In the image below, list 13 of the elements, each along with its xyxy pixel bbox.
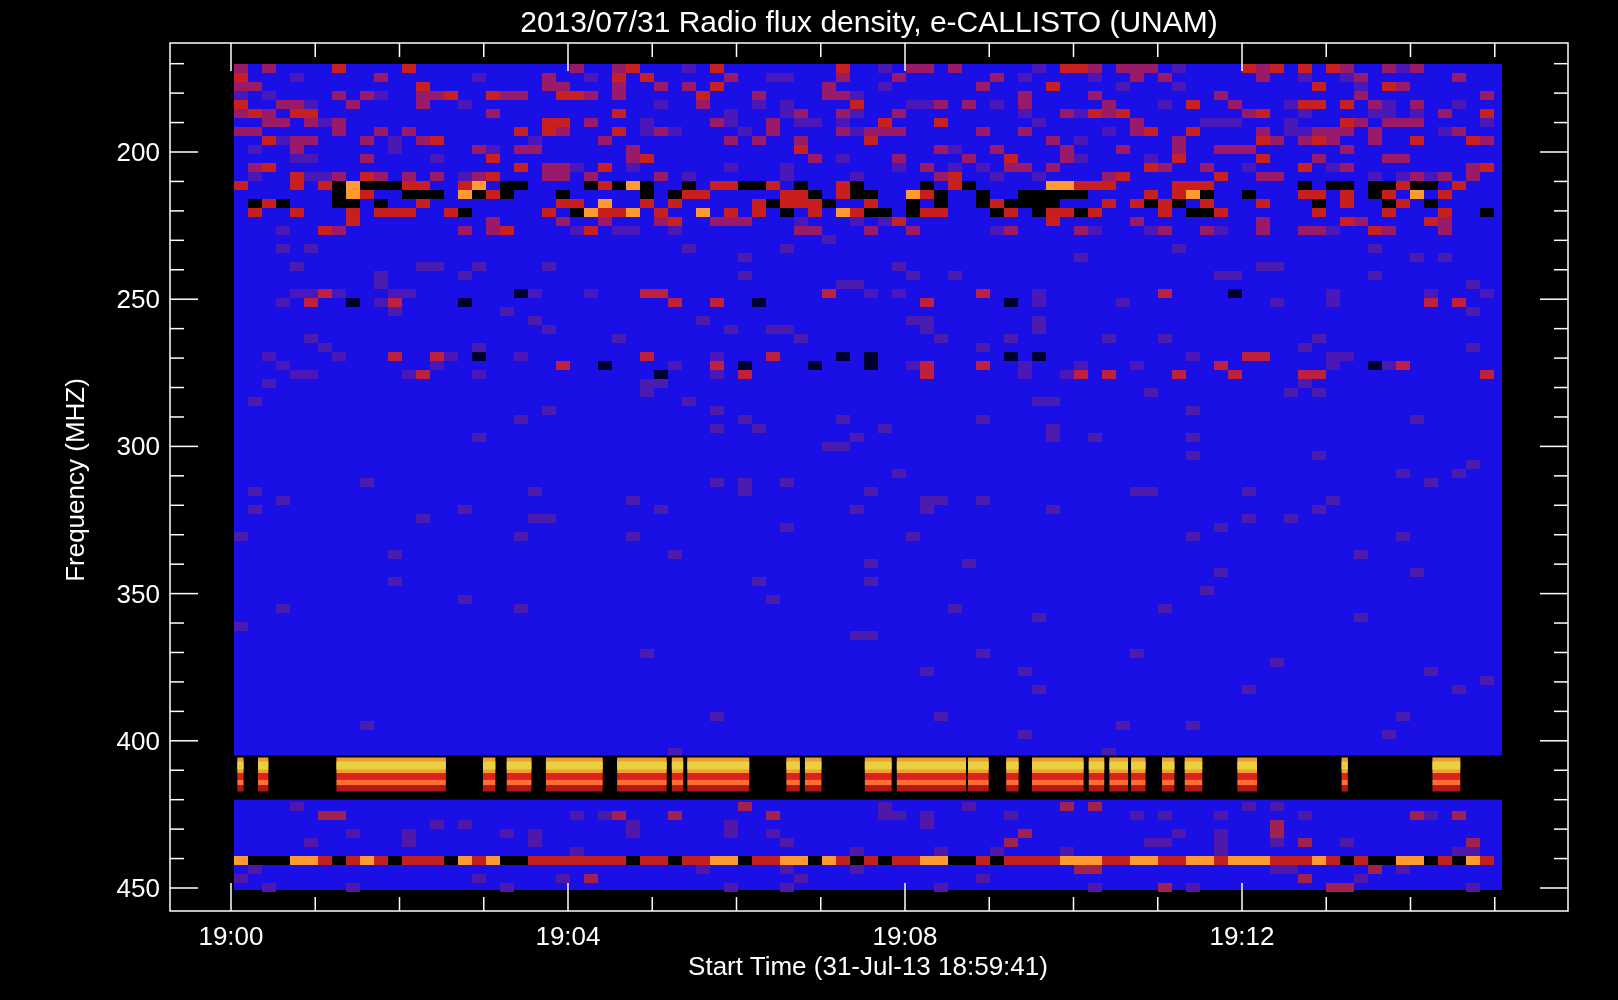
x-tick-label: 19:08	[872, 921, 938, 951]
x-tick-label: 19:00	[198, 921, 264, 951]
x-axis-label: Start Time (31-Jul-13 18:59:41)	[688, 951, 1048, 981]
x-tick-label: 19:12	[1209, 921, 1275, 951]
y-tick-label: 400	[116, 725, 160, 756]
y-tick-label: 350	[116, 578, 160, 609]
chart-title: 2013/07/31 Radio flux density, e-CALLISTO (UNAM)	[520, 5, 1218, 38]
x-tick-label: 19:04	[535, 921, 601, 951]
y-tick-label: 450	[116, 873, 160, 903]
y-tick-label: 250	[116, 284, 160, 315]
y-tick-label: 300	[116, 431, 160, 462]
y-axis-label: Frequency (MHZ)	[60, 378, 90, 582]
y-tick-label: 200	[116, 137, 160, 167]
